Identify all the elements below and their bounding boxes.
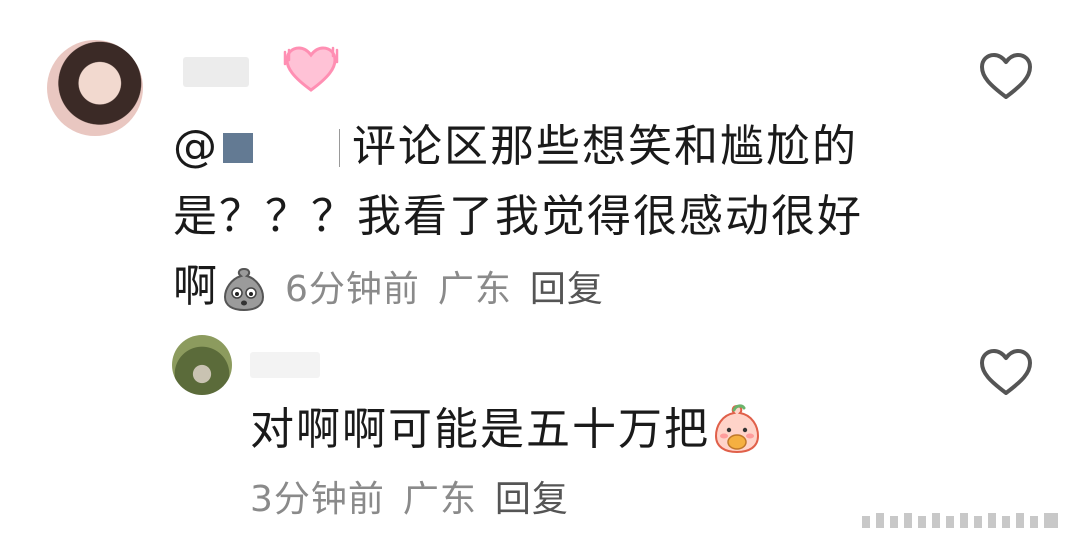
mention-name-blurred [223,133,253,163]
commenter-name-blurred[interactable] [183,57,249,87]
comment-body: @ 评论区那些想笑和尴尬的 是？？？我看了我觉得很感动很好 啊 6分钟前 广东 回复 [173,112,933,325]
comment-meta: 6分钟前 广东 回复 [285,269,604,310]
watermark-logo [856,508,1066,534]
reply-reply-button[interactable]: 回复 [495,479,569,520]
comment-line-1: 评论区那些想笑和尴尬的 [352,121,858,172]
comment-line-3: 啊 [173,261,219,312]
reply-body: 对啊啊可能是五十万把 [250,398,764,462]
comment-reply-button[interactable]: 回复 [530,269,604,310]
reply-meta: 3分钟前 广东 回复 [250,476,569,524]
reply-time: 3分钟前 [250,479,385,520]
reply-location: 广东 [402,479,477,520]
sack-face-emoji-icon [223,267,265,312]
commenter-avatar[interactable] [47,40,143,136]
comment-time: 6分钟前 [285,269,420,310]
reply-text: 对啊啊可能是五十万把 [250,404,710,455]
mention-divider [339,129,340,167]
comment-location: 广东 [437,269,512,310]
replier-avatar[interactable] [172,335,232,395]
reply-like-heart-icon[interactable] [978,348,1034,398]
comment-line-2: 是？？？我看了我觉得很感动很好 [173,191,863,242]
like-heart-icon[interactable] [978,52,1034,102]
sparkling-heart-icon [283,46,339,92]
replier-name-blurred[interactable] [250,352,320,378]
mention-tag[interactable]: @ [173,121,253,172]
peach-eating-emoji-icon [714,404,760,454]
